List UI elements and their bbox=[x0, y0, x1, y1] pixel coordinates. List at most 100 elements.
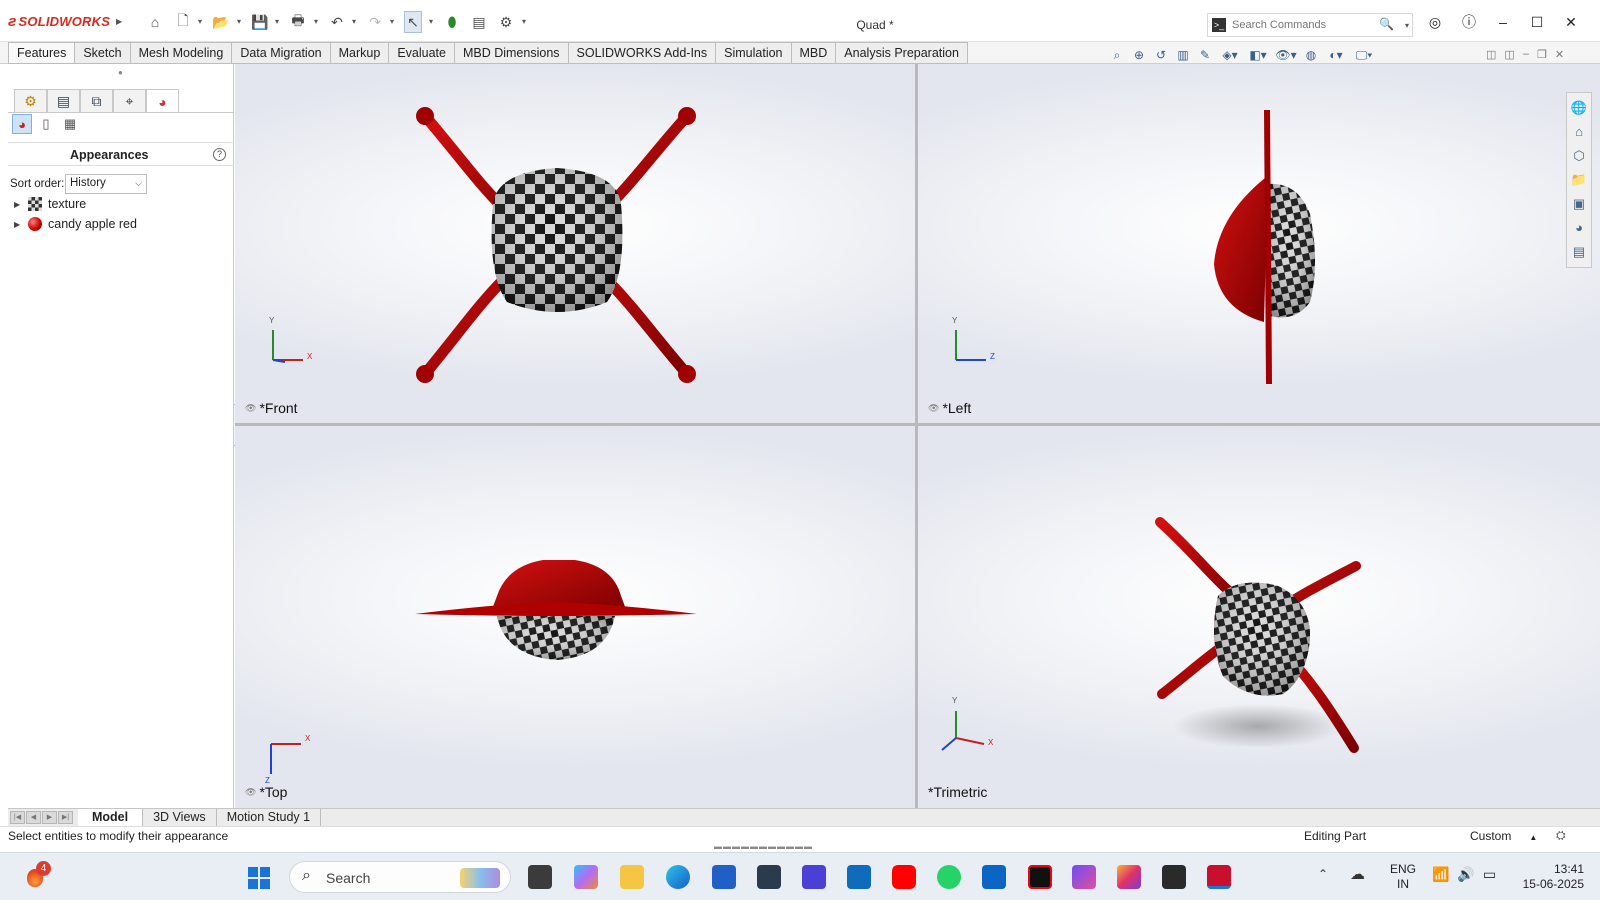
rebuild-status-icon[interactable]: ⛭ bbox=[1556, 828, 1566, 843]
tab-features[interactable]: Features bbox=[8, 42, 75, 64]
panel-grip-icon[interactable]: ● bbox=[118, 68, 123, 77]
zoom-to-area-icon[interactable]: ⊕ bbox=[1130, 47, 1148, 63]
netflix-icon[interactable] bbox=[1028, 865, 1052, 889]
design-library-icon[interactable]: ⬡ bbox=[1569, 145, 1589, 166]
taskbar-search[interactable]: ⌕ Search bbox=[289, 861, 511, 893]
solidworks-taskbar-icon[interactable] bbox=[1207, 865, 1231, 889]
viewport-vertical-splitter[interactable] bbox=[915, 64, 918, 808]
view-settings-icon[interactable]: 🖵▾ bbox=[1352, 47, 1376, 63]
linkedin-icon[interactable] bbox=[982, 865, 1006, 889]
viewport-close-icon[interactable]: ✕ bbox=[1555, 48, 1564, 61]
redo-icon[interactable]: ↷ bbox=[366, 14, 384, 30]
display-manager-tab-icon[interactable]: ◕ bbox=[146, 89, 179, 113]
menu-expand-icon[interactable]: ▶ bbox=[116, 17, 122, 26]
viewport-label-top[interactable]: 👁 *Top bbox=[245, 784, 287, 800]
minimize-button[interactable]: – bbox=[1492, 13, 1514, 31]
undo-dropdown-icon[interactable]: ▾ bbox=[352, 17, 356, 26]
quad-model-trimetric[interactable] bbox=[918, 426, 1600, 808]
hide-show-items-icon[interactable]: 👁▾ bbox=[1274, 47, 1298, 63]
section-view-icon[interactable]: ▥ bbox=[1174, 47, 1192, 63]
dynamic-annotation-icon[interactable]: ✎ bbox=[1196, 47, 1214, 63]
viewport-top[interactable]: X Z 👁 *Top bbox=[235, 426, 916, 808]
outlook-icon[interactable] bbox=[847, 865, 871, 889]
tab-mbd[interactable]: MBD bbox=[790, 42, 836, 64]
viewport-left[interactable]: Y Z 👁 *Left bbox=[918, 64, 1600, 424]
home-icon[interactable]: ⌂ bbox=[146, 14, 164, 30]
edge-browser-icon[interactable] bbox=[666, 865, 690, 889]
show-hidden-icons-icon[interactable]: ⌃ bbox=[1318, 867, 1328, 881]
appearances-scenes-icon[interactable]: ◕ bbox=[1569, 217, 1589, 238]
options-dropdown-icon[interactable]: ▾ bbox=[522, 17, 526, 26]
close-button[interactable]: ✕ bbox=[1560, 13, 1582, 31]
file-properties-icon[interactable]: ▤ bbox=[470, 14, 488, 30]
scene-lights-cameras-subtab-icon[interactable]: ▦ bbox=[60, 114, 80, 134]
redo-dropdown-icon[interactable]: ▾ bbox=[390, 17, 394, 26]
viewport-horizontal-splitter[interactable] bbox=[235, 423, 1600, 426]
search-commands-input[interactable] bbox=[1232, 17, 1382, 33]
viewport-label-front[interactable]: 👁 *Front bbox=[245, 400, 298, 416]
display-style-icon[interactable]: ◧▾ bbox=[1246, 47, 1270, 63]
math-app-icon[interactable] bbox=[802, 865, 826, 889]
windows-start-icon[interactable] bbox=[248, 867, 270, 889]
solidworks-logo[interactable]: ƨ SOLIDWORKS bbox=[8, 13, 110, 30]
task-view-icon[interactable] bbox=[528, 865, 552, 889]
language-indicator[interactable]: ENG IN bbox=[1390, 862, 1416, 892]
zoom-to-fit-icon[interactable]: ⌕ bbox=[1108, 47, 1126, 63]
search-dropdown-icon[interactable]: ▾ bbox=[1405, 21, 1409, 30]
dimxpert-manager-tab-icon[interactable]: ⌖ bbox=[113, 89, 146, 113]
custom-properties-icon[interactable]: ▤ bbox=[1569, 241, 1589, 262]
viewport-minimize-icon[interactable]: – bbox=[1523, 48, 1529, 61]
select-dropdown-icon[interactable]: ▾ bbox=[429, 17, 433, 26]
viewport-restore-icon[interactable]: ❐ bbox=[1537, 48, 1547, 61]
print-icon[interactable]: 🖶 bbox=[289, 12, 307, 30]
prev-tab-icon[interactable]: ◀ bbox=[26, 811, 41, 824]
feature-manager-tab-icon[interactable]: ⚙ bbox=[14, 89, 47, 113]
home-icon[interactable]: ⌂ bbox=[1569, 121, 1589, 142]
viewport-front[interactable]: Y X 👁 *Front bbox=[235, 64, 916, 424]
open-file-icon[interactable]: 📂 bbox=[212, 14, 230, 30]
youtube-icon[interactable] bbox=[892, 865, 916, 889]
edit-appearance-icon[interactable]: ◍ bbox=[1302, 47, 1320, 63]
viewport-label-trimetric[interactable]: *Trimetric bbox=[928, 784, 987, 800]
sort-order-select[interactable]: History ⌵ bbox=[65, 174, 147, 194]
undo-icon[interactable]: ↶ bbox=[328, 14, 346, 30]
tab-data-migration[interactable]: Data Migration bbox=[231, 42, 330, 64]
tab-mbd-dimensions[interactable]: MBD Dimensions bbox=[453, 42, 568, 64]
maximize-button[interactable]: ☐ bbox=[1526, 13, 1548, 31]
view-palette-icon[interactable]: ▣ bbox=[1569, 193, 1589, 214]
apply-scene-icon[interactable]: ◐▾ bbox=[1324, 47, 1348, 63]
save-dropdown-icon[interactable]: ▾ bbox=[275, 17, 279, 26]
print-dropdown-icon[interactable]: ▾ bbox=[314, 17, 318, 26]
viewport-label-left[interactable]: 👁 *Left bbox=[928, 400, 971, 416]
tab-sketch[interactable]: Sketch bbox=[74, 42, 130, 64]
onedrive-status-icon[interactable]: ☁ bbox=[1350, 865, 1365, 883]
notification-widget[interactable]: 4 bbox=[25, 861, 51, 889]
property-manager-tab-icon[interactable]: ▤ bbox=[47, 89, 80, 113]
decals-subtab-icon[interactable]: ▯ bbox=[36, 114, 56, 134]
appearance-item-candy-apple-red[interactable]: ▶ candy apple red bbox=[14, 215, 137, 233]
instagram-icon[interactable] bbox=[1117, 865, 1141, 889]
appearances-subtab-icon[interactable]: ◕ bbox=[12, 114, 32, 134]
configuration-manager-tab-icon[interactable]: ⧉ bbox=[80, 89, 113, 113]
next-tab-icon[interactable]: ▶ bbox=[42, 811, 57, 824]
previous-view-icon[interactable]: ↺ bbox=[1152, 47, 1170, 63]
tile-horizontal-icon[interactable]: ◫ bbox=[1504, 48, 1514, 61]
tab-solidworks-add-ins[interactable]: SOLIDWORKS Add-Ins bbox=[567, 42, 716, 64]
rebuild-icon[interactable]: ⬮ bbox=[443, 14, 461, 30]
quad-model-front[interactable] bbox=[235, 64, 916, 424]
system-clock[interactable]: 13:41 15-06-2025 bbox=[1514, 862, 1584, 892]
media-player-icon[interactable] bbox=[1162, 865, 1186, 889]
tab-3d-views[interactable]: 3D Views bbox=[143, 809, 217, 827]
tab-analysis-preparation[interactable]: Analysis Preparation bbox=[835, 42, 968, 64]
search-icon[interactable]: 🔍 bbox=[1379, 17, 1394, 31]
tab-evaluate[interactable]: Evaluate bbox=[388, 42, 454, 64]
appearance-item-texture[interactable]: ▶ texture bbox=[14, 195, 86, 213]
tab-simulation[interactable]: Simulation bbox=[715, 42, 791, 64]
quad-model-left[interactable] bbox=[918, 64, 1600, 424]
viewport-trimetric[interactable]: Y X *Trimetric bbox=[918, 426, 1600, 808]
copilot-icon[interactable] bbox=[574, 865, 598, 889]
unit-system-selector[interactable]: Custom ▲ bbox=[1470, 829, 1537, 843]
help-icon[interactable]: ? bbox=[213, 148, 226, 161]
microsoft-store-icon[interactable] bbox=[712, 865, 736, 889]
last-tab-icon[interactable]: ▶| bbox=[58, 811, 73, 824]
